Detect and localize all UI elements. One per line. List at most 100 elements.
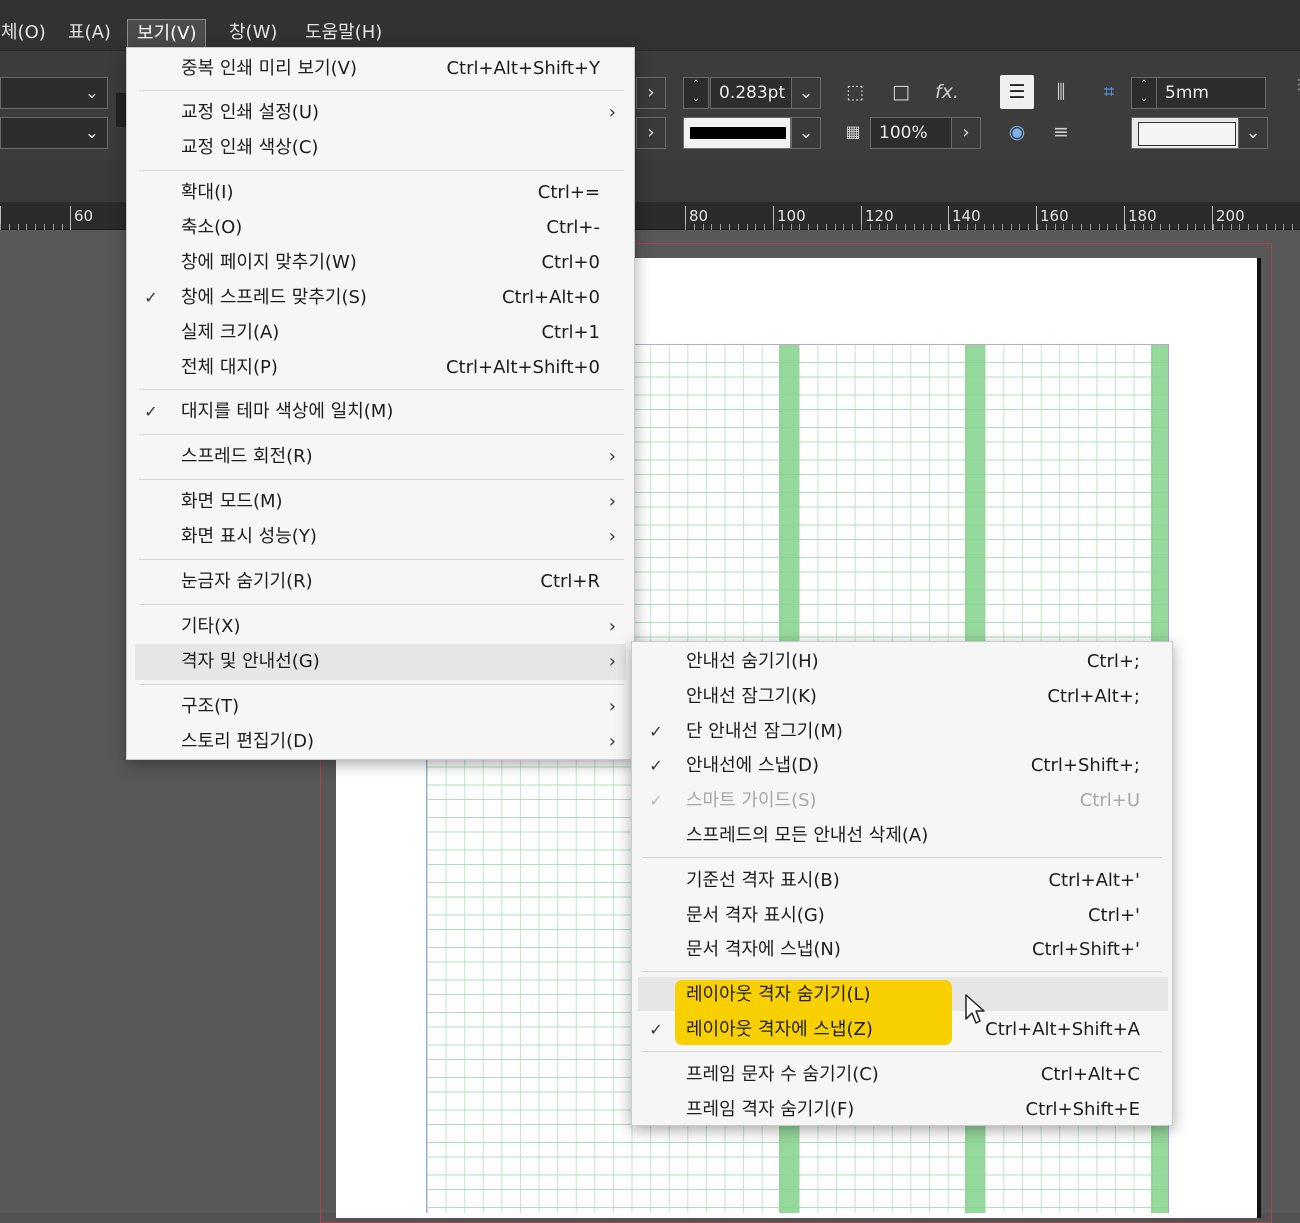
gutter-icon: ⌗ xyxy=(1103,81,1115,103)
stroke-type-dropdown[interactable] xyxy=(683,117,791,149)
menu-item-proof-colors[interactable]: 교정 인쇄 색상(C) xyxy=(127,131,636,165)
menu-item-zoom-out[interactable]: 축소(O) Ctrl+- xyxy=(127,211,636,245)
chevron-right-icon: › xyxy=(608,491,616,512)
opacity-input[interactable]: 100% xyxy=(870,117,952,149)
mouse-cursor-icon xyxy=(965,994,985,1024)
align-icon[interactable]: ⫼ xyxy=(1044,75,1078,109)
menu-item-rotate-spread[interactable]: 스프레드 회전(R) › xyxy=(127,440,636,474)
check-icon: ✓ xyxy=(649,1020,663,1039)
font-family-dropdown[interactable]: ⌄ xyxy=(0,77,108,109)
arrow-right-icon[interactable]: › xyxy=(636,77,666,109)
submenu-item-hide-layout-grid[interactable]: 레이아웃 격자 숨기기(L) xyxy=(632,978,1174,1012)
menu-view[interactable]: 보기(V) xyxy=(127,19,207,48)
submenu-item-hide-frame-char-count[interactable]: 프레임 문자 수 숨기기(C) Ctrl+Alt+C xyxy=(632,1058,1174,1092)
chevron-right-icon: › xyxy=(608,696,616,717)
chevron-right-icon: › xyxy=(608,616,616,637)
menu-item-match-theme[interactable]: ✓ 대지를 테마 색상에 일치(M) xyxy=(127,395,636,429)
text-wrap-icon[interactable]: ☰ xyxy=(1000,75,1034,109)
menu-item-fit-page[interactable]: 창에 페이지 맞추기(W) Ctrl+0 xyxy=(127,246,636,280)
gutter-input[interactable]: 5mm xyxy=(1156,77,1266,109)
submenu-item-smart-guides[interactable]: ✓ 스마트 가이드(S) Ctrl+U xyxy=(632,784,1174,818)
chevron-down-icon[interactable]: ⌄ xyxy=(791,77,821,109)
submenu-item-show-baseline-grid[interactable]: 기준선 격자 표시(B) Ctrl+Alt+' xyxy=(632,864,1174,898)
frame-style-preview xyxy=(1138,122,1236,146)
arrow-right-icon[interactable]: › xyxy=(636,117,666,149)
check-icon: ✓ xyxy=(649,756,663,775)
menu-item-entire-pasteboard[interactable]: 전체 대지(P) Ctrl+Alt+Shift+0 xyxy=(127,351,636,385)
chevron-down-icon[interactable]: ⌄ xyxy=(791,117,821,149)
submenu-item-lock-column-guides[interactable]: ✓ 단 안내선 잠그기(M) xyxy=(632,715,1174,749)
menu-window[interactable]: 창(W) xyxy=(220,19,286,47)
menu-item-actual-size[interactable]: 실제 크기(A) Ctrl+1 xyxy=(127,316,636,350)
frame-style-dropdown[interactable] xyxy=(1131,117,1239,149)
ruler-tick xyxy=(70,206,71,230)
wrap-object-icon[interactable]: ◉ xyxy=(1000,115,1034,149)
menu-separator xyxy=(642,1051,1162,1052)
menu-item-extras[interactable]: 기타(X) › xyxy=(127,610,636,644)
chevron-down-icon[interactable]: ⌄ xyxy=(1238,117,1268,149)
chevron-down-icon: ⌄ xyxy=(84,123,99,143)
submenu-item-snap-layout-grid[interactable]: ✓ 레이아웃 격자에 스냅(Z) Ctrl+Alt+Shift+A xyxy=(632,1013,1174,1047)
menu-separator xyxy=(139,684,624,685)
submenu-item-hide-guides[interactable]: 안내선 숨기기(H) Ctrl+; xyxy=(632,645,1174,679)
ruler-label: 60 xyxy=(74,207,94,225)
menu-bar: 체(O) 표(A) 보기(V) 창(W) 도움말(H) xyxy=(0,0,1300,50)
frame-icon[interactable]: □ xyxy=(884,75,918,109)
check-icon: ✓ xyxy=(144,402,158,421)
ruler-label: 120 xyxy=(865,207,894,225)
menu-item-hide-rulers[interactable]: 눈금자 숨기기(R) Ctrl+R xyxy=(127,565,636,599)
check-icon: ✓ xyxy=(649,722,663,741)
menu-item-grids-guides[interactable]: 격자 및 안내선(G) › xyxy=(127,645,636,679)
check-icon: ✓ xyxy=(144,288,158,307)
menu-separator xyxy=(139,170,624,171)
page-shadow xyxy=(1257,258,1261,1218)
stroke-weight-input[interactable]: 0.283pt xyxy=(710,77,792,109)
menu-separator xyxy=(139,434,624,435)
submenu-item-snap-document-grid[interactable]: 문서 격자에 스냅(N) Ctrl+Shift+' xyxy=(632,933,1174,967)
menu-item-proof-setup[interactable]: 교정 인쇄 설정(U) › xyxy=(127,96,636,130)
menu-separator xyxy=(139,90,624,91)
selection-bounds-icon[interactable]: ⬚ xyxy=(838,75,872,109)
menu-table[interactable]: 표(A) xyxy=(59,19,120,47)
distribute-icon[interactable]: ≡ xyxy=(1044,115,1078,149)
chevron-right-icon: › xyxy=(608,446,616,467)
view-menu: 중복 인쇄 미리 보기(V) Ctrl+Alt+Shift+Y 교정 인쇄 설정… xyxy=(126,47,635,760)
font-style-dropdown[interactable]: ⌄ xyxy=(0,117,108,149)
submenu-item-snap-to-guides[interactable]: ✓ 안내선에 스냅(D) Ctrl+Shift+; xyxy=(632,749,1174,783)
submenu-item-delete-all-guides[interactable]: 스프레드의 모든 안내선 삭제(A) xyxy=(632,819,1174,853)
menu-object[interactable]: 체(O) xyxy=(0,19,55,47)
submenu-item-lock-guides[interactable]: 안내선 잠그기(K) Ctrl+Alt+; xyxy=(632,680,1174,714)
submenu-item-hide-frame-grid[interactable]: 프레임 격자 숨기기(F) Ctrl+Shift+E xyxy=(632,1093,1174,1127)
menu-separator xyxy=(642,971,1162,972)
ruler-label: 80 xyxy=(689,207,709,225)
chevron-right-icon: › xyxy=(608,731,616,752)
fx-effects-icon[interactable]: fx. xyxy=(930,75,964,109)
menu-separator xyxy=(139,479,624,480)
ruler-label: 100 xyxy=(777,207,806,225)
grids-guides-submenu: 안내선 숨기기(H) Ctrl+; 안내선 잠그기(K) Ctrl+Alt+; … xyxy=(631,641,1173,1126)
chevron-right-icon: › xyxy=(608,651,616,672)
menu-separator xyxy=(139,389,624,390)
menu-item-story-editor[interactable]: 스토리 편집기(D) › xyxy=(127,725,636,759)
menu-item-screen-mode[interactable]: 화면 모드(M) › xyxy=(127,485,636,519)
menu-item-structure[interactable]: 구조(T) › xyxy=(127,690,636,724)
menu-item-zoom-in[interactable]: 확대(I) Ctrl+= xyxy=(127,176,636,210)
menu-separator xyxy=(139,604,624,605)
check-icon: ✓ xyxy=(649,791,663,810)
stroke-weight-stepper[interactable]: ⌃ ⌄ xyxy=(683,77,709,109)
more-options-icon[interactable]: ⋮ xyxy=(1292,77,1300,93)
chevron-down-icon: ⌄ xyxy=(84,83,99,103)
gutter-stepper[interactable]: ⌃ ⌄ xyxy=(1131,77,1157,109)
menu-separator xyxy=(139,559,624,560)
menu-item-display-performance[interactable]: 화면 표시 성능(Y) › xyxy=(127,520,636,554)
arrow-right-icon[interactable]: › xyxy=(951,117,981,149)
menu-item-fit-spread[interactable]: ✓ 창에 스프레드 맞추기(S) Ctrl+Alt+0 xyxy=(127,281,636,315)
menu-item-overprint-preview[interactable]: 중복 인쇄 미리 보기(V) Ctrl+Alt+Shift+Y xyxy=(127,52,636,86)
submenu-item-show-document-grid[interactable]: 문서 격자 표시(G) Ctrl+' xyxy=(632,899,1174,933)
menu-help[interactable]: 도움말(H) xyxy=(296,19,391,47)
ruler-label: 180 xyxy=(1128,207,1157,225)
opacity-icon: ▦ xyxy=(845,122,861,141)
toolbar-divider xyxy=(116,93,126,127)
stroke-preview xyxy=(690,127,786,139)
ruler-label: 200 xyxy=(1216,207,1245,225)
